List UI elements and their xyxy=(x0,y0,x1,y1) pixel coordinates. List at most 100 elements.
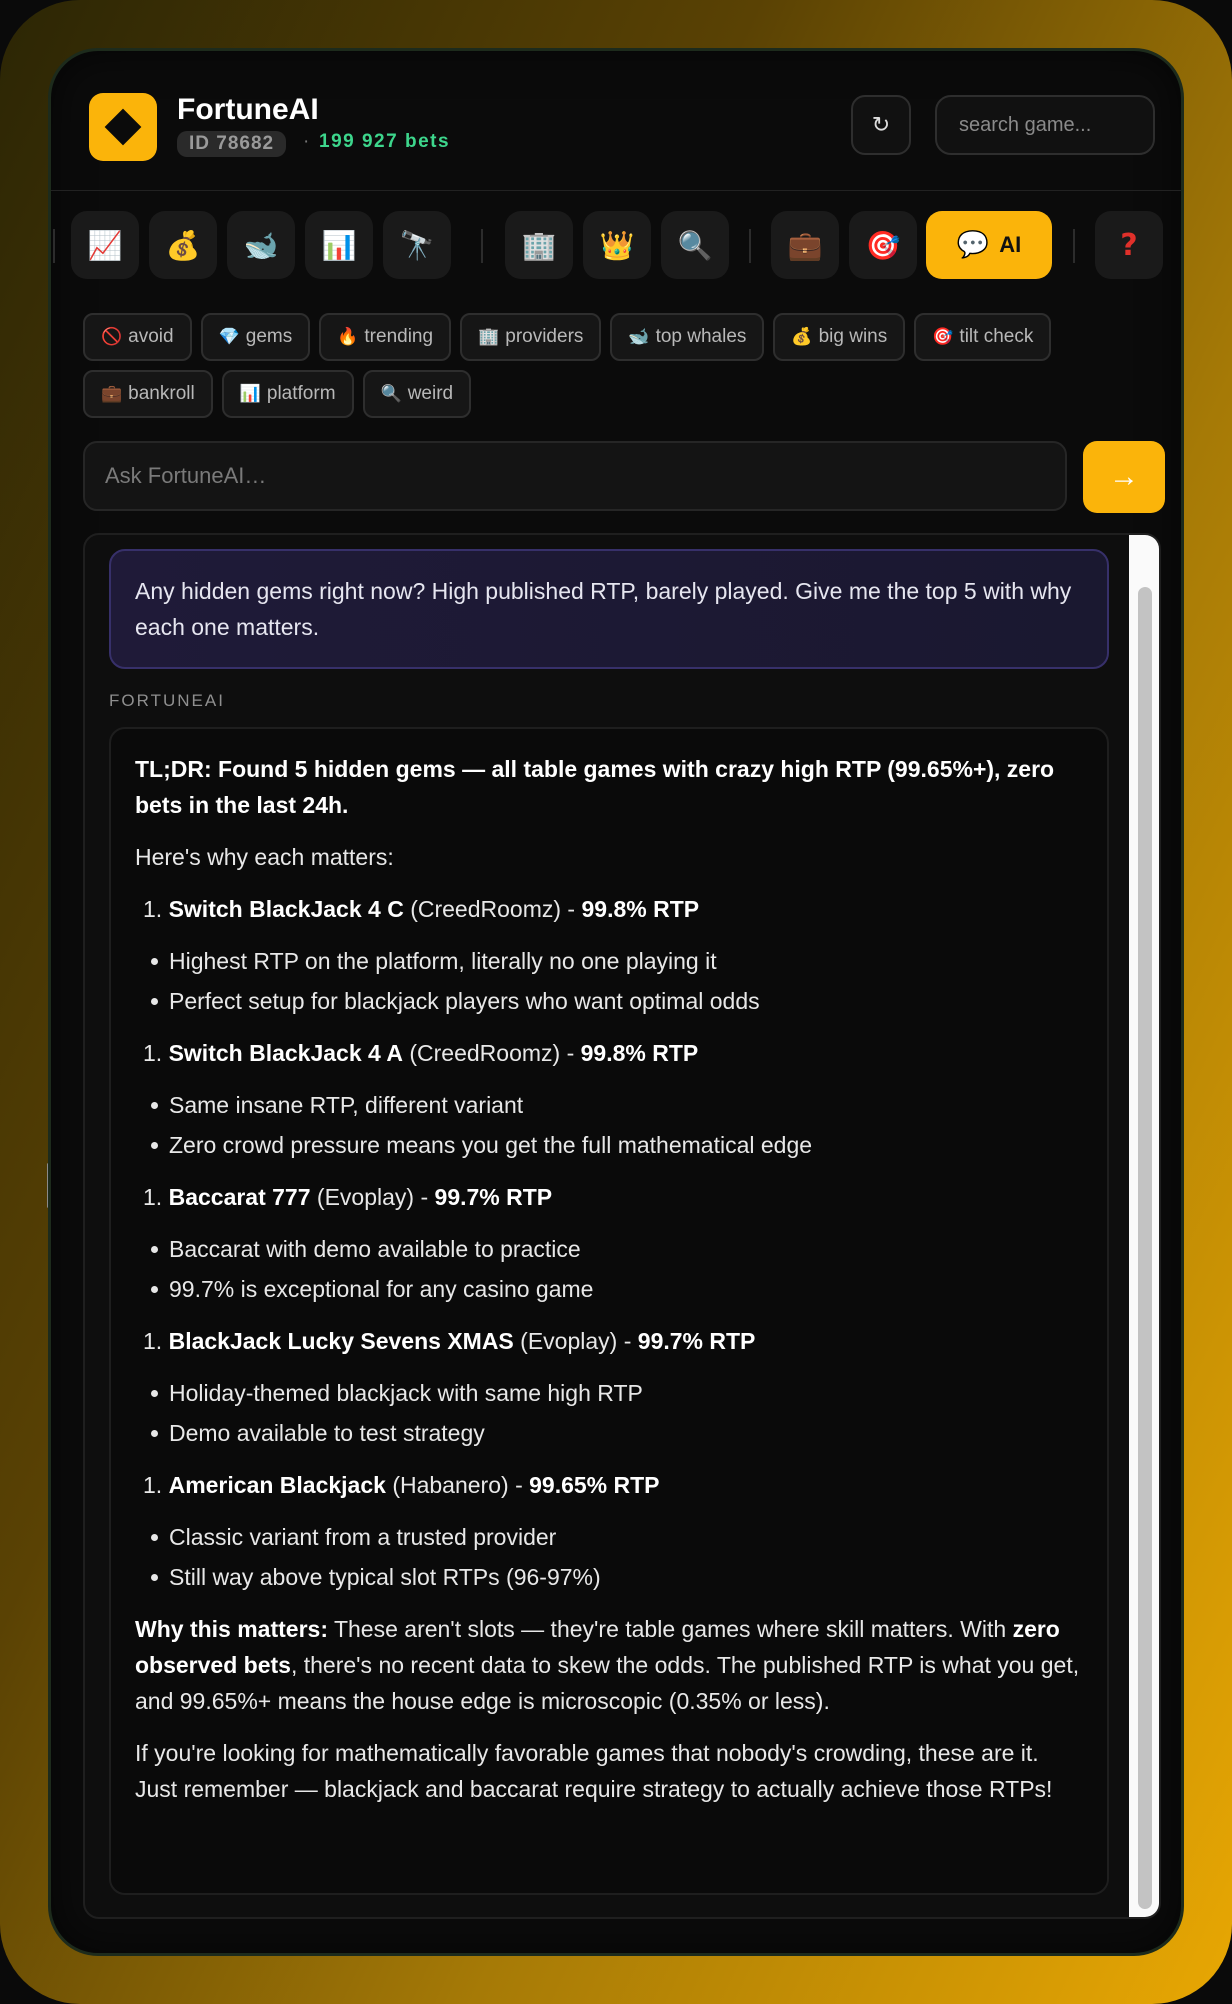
bets-count: 199 927 bets xyxy=(319,131,451,152)
chip-providers[interactable]: 🏢 providers xyxy=(460,313,602,361)
list-item: Highest RTP on the platform, literally n… xyxy=(147,943,1083,979)
toolbar-divider xyxy=(749,229,751,263)
refresh-icon: ↻ xyxy=(871,112,891,137)
game-provider: (CreedRoomz) xyxy=(409,1040,561,1066)
chip-label: tilt check xyxy=(959,326,1034,347)
chip-label: top whales xyxy=(655,326,747,347)
user-message: Any hidden gems right now? High publishe… xyxy=(109,549,1109,669)
tldr: TL;DR: Found 5 hidden gems — all table g… xyxy=(135,756,1055,818)
chip-platform[interactable]: 📊 platform xyxy=(221,370,354,418)
list-item: Demo available to test strategy xyxy=(147,1415,1083,1451)
magnifier-icon: 🔍 xyxy=(380,384,402,404)
game-rtp: 99.8% RTP xyxy=(580,1040,699,1066)
building-icon[interactable]: 🏢 xyxy=(505,211,573,279)
telescope-icon[interactable]: 🔭 xyxy=(383,211,451,279)
game-bullets: Baccarat with demo available to practice… xyxy=(147,1231,1083,1307)
game-bullets: Highest RTP on the platform, literally n… xyxy=(147,943,1083,1019)
ai-sender-label: FORTUNEAI xyxy=(109,691,225,710)
scrollbar[interactable] xyxy=(1129,535,1159,1917)
game-name: American Blackjack xyxy=(168,1472,386,1498)
game-rtp: 99.8% RTP xyxy=(581,896,700,922)
game-name: BlackJack Lucky Sevens XMAS xyxy=(168,1328,514,1354)
game-provider: (CreedRoomz) xyxy=(410,896,562,922)
chip-gems[interactable]: 💎 gems xyxy=(200,313,311,361)
game-rtp: 99.65% RTP xyxy=(529,1472,660,1498)
magnifier-icon[interactable]: 🔍 xyxy=(661,211,729,279)
separator-dot: · xyxy=(303,131,310,152)
toolbar-divider xyxy=(53,229,55,263)
quick-prompt-chips: 🚫 avoid 💎 gems 🔥 trending 🏢 providers 🐋 top w… xyxy=(83,313,1163,427)
chip-label: weird xyxy=(407,383,454,404)
logo xyxy=(89,93,157,161)
chat-bubble-icon: 💬 xyxy=(956,230,990,260)
chip-weird[interactable]: 🔍 weird xyxy=(362,370,472,418)
game-name: Switch BlackJack 4 C xyxy=(168,896,404,922)
chip-label: avoid xyxy=(128,326,174,347)
send-button[interactable]: → xyxy=(1083,441,1165,513)
closing-paragraph: If you're looking for mathematically fav… xyxy=(135,1740,1053,1802)
whale-icon: 🐋 xyxy=(628,327,650,347)
target-icon: 🎯 xyxy=(932,327,954,347)
no-entry-icon: 🚫 xyxy=(101,327,123,347)
search-game-input[interactable] xyxy=(935,95,1155,155)
list-item: Perfect setup for blackjack players who … xyxy=(147,983,1083,1019)
game-item: 1. Switch BlackJack 4 A (CreedRoomz) - 9… xyxy=(143,1040,699,1066)
toolbar-divider xyxy=(1073,229,1075,263)
money-bag-icon: 💰 xyxy=(791,327,813,347)
chip-label: big wins xyxy=(818,326,888,347)
ask-field-wrapper xyxy=(83,441,1067,511)
chip-trending[interactable]: 🔥 trending xyxy=(319,313,452,361)
bar-chart-icon: 📊 xyxy=(239,384,261,404)
game-rtp: 99.7% RTP xyxy=(637,1328,756,1354)
scrollbar-thumb[interactable] xyxy=(1138,587,1152,1909)
chart-up-icon[interactable]: 📈 xyxy=(71,211,139,279)
crown-icon[interactable]: 👑 xyxy=(583,211,651,279)
chip-big-wins[interactable]: 💰 big wins xyxy=(773,313,906,361)
ask-input[interactable] xyxy=(85,443,1065,509)
help-button[interactable]: ? xyxy=(1095,211,1163,279)
game-item: 1. BlackJack Lucky Sevens XMAS (Evoplay)… xyxy=(143,1328,756,1354)
diamond-icon xyxy=(104,108,142,146)
toolbar-divider xyxy=(481,229,483,263)
chip-avoid[interactable]: 🚫 avoid xyxy=(83,313,192,361)
chip-label: gems xyxy=(245,326,293,347)
chip-label: trending xyxy=(364,326,434,347)
money-bag-icon[interactable]: 💰 xyxy=(149,211,217,279)
why-label: Why this matters: xyxy=(135,1616,328,1642)
game-bullets: Classic variant from a trusted provider S… xyxy=(147,1519,1083,1595)
ai-tab-button[interactable]: 💬 AI xyxy=(926,211,1052,279)
game-item: 1. Switch BlackJack 4 C (CreedRoomz) - 9… xyxy=(143,896,700,922)
ai-message: TL;DR: Found 5 hidden gems — all table g… xyxy=(109,727,1109,1895)
ai-tab-label: AI xyxy=(999,232,1022,257)
list-item: Zero crowd pressure means you get the fu… xyxy=(147,1127,1083,1163)
building-icon: 🏢 xyxy=(478,327,500,347)
game-provider: (Habanero) xyxy=(392,1472,509,1498)
game-bullets: Same insane RTP, different variant Zero c… xyxy=(147,1087,1083,1163)
app-window: FortuneAI ID 78682 · 199 927 bets ↻ 📈 💰 … xyxy=(48,48,1184,1956)
target-icon[interactable]: 🎯 xyxy=(849,211,917,279)
chip-bankroll[interactable]: 💼 bankroll xyxy=(83,370,213,418)
briefcase-icon[interactable]: 💼 xyxy=(771,211,839,279)
list-item: Holiday-themed blackjack with same high … xyxy=(147,1375,1083,1411)
conversation-panel: Any hidden gems right now? High publishe… xyxy=(83,533,1161,1919)
header: FortuneAI ID 78682 · 199 927 bets ↻ xyxy=(51,51,1181,191)
list-item: Classic variant from a trusted provider xyxy=(147,1519,1083,1555)
game-provider: (Evoplay) xyxy=(316,1184,415,1210)
chip-label: platform xyxy=(266,383,336,404)
whale-icon[interactable]: 🐋 xyxy=(227,211,295,279)
chip-label: providers xyxy=(505,326,584,347)
bar-chart-icon[interactable]: 📊 xyxy=(305,211,373,279)
game-name: Baccarat 777 xyxy=(168,1184,311,1210)
toolbar: 📈 💰 🐋 📊 🔭 🏢 👑 🔍 💼 🎯 💬 AI ? xyxy=(51,211,1181,283)
chip-tilt-check[interactable]: 🎯 tilt check xyxy=(914,313,1052,361)
game-rtp: 99.7% RTP xyxy=(434,1184,553,1210)
list-item: Same insane RTP, different variant xyxy=(147,1087,1083,1123)
chip-label: bankroll xyxy=(128,383,195,404)
game-item: 1. American Blackjack (Habanero) - 99.65… xyxy=(143,1472,660,1498)
intro: Here's why each matters: xyxy=(135,844,394,870)
fire-icon: 🔥 xyxy=(337,327,359,347)
briefcase-icon: 💼 xyxy=(101,384,123,404)
chip-top-whales[interactable]: 🐋 top whales xyxy=(610,313,765,361)
list-item: Baccarat with demo available to practice xyxy=(147,1231,1083,1267)
refresh-button[interactable]: ↻ xyxy=(851,95,911,155)
